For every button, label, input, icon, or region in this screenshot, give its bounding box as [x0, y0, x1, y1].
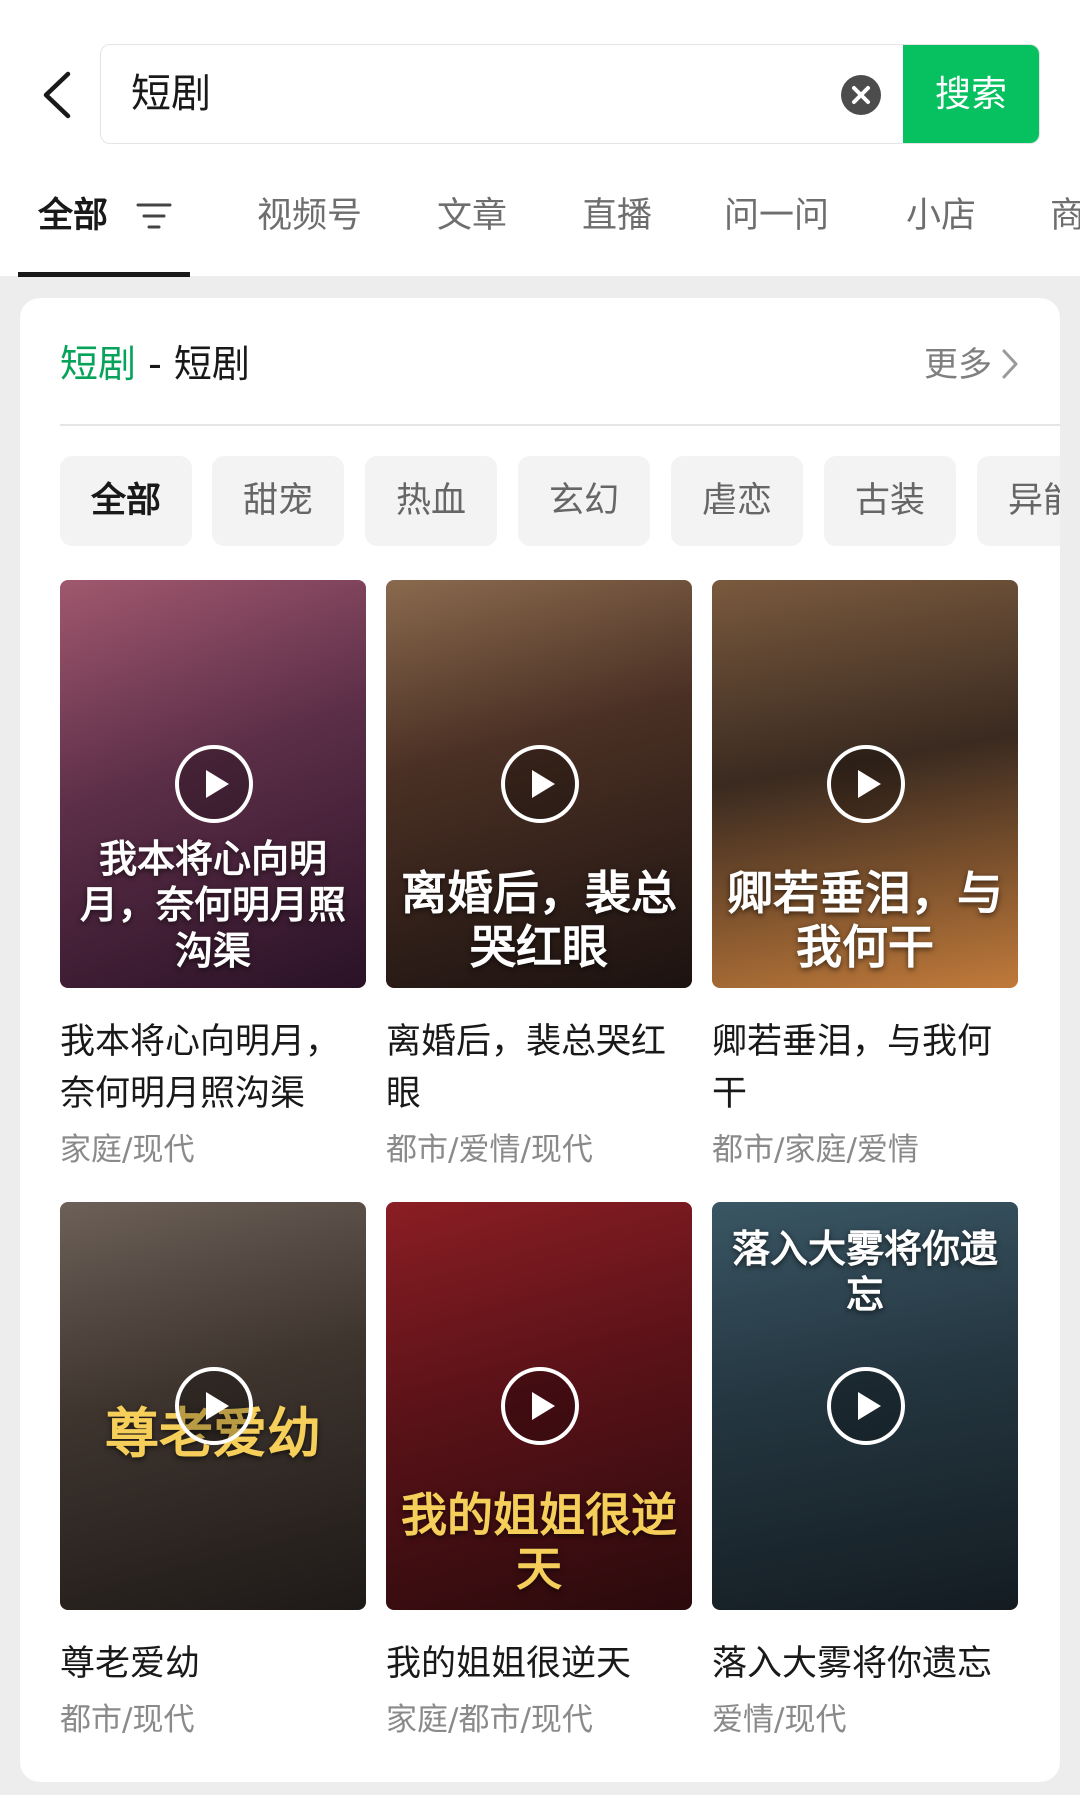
genre-chip-sweet[interactable]: 甜宠 [212, 456, 344, 546]
drama-tags: 爱情/现代 [712, 1702, 847, 1738]
play-circle-icon [175, 745, 253, 823]
drama-title: 尊老爱幼 [60, 1644, 201, 1684]
drama-tags: 家庭/现代 [60, 1132, 195, 1168]
tab-articles[interactable]: 文章 [437, 190, 507, 242]
active-tab-indicator [18, 272, 190, 277]
tab-business[interactable]: 商 [1050, 190, 1080, 242]
play-circle-icon [501, 1367, 579, 1445]
drama-tags: 都市/现代 [60, 1702, 195, 1738]
more-link[interactable]: 更多 [924, 342, 1020, 388]
clear-circle-icon [852, 86, 870, 104]
chevron-right-icon [1002, 349, 1018, 378]
play-circle-icon [827, 1367, 905, 1445]
poster-title: 我本将心向明月，奈何明月照沟渠 [79, 836, 346, 973]
drama-tags: 都市/爱情/现代 [386, 1132, 593, 1168]
card-title: 短剧 - 短剧 [60, 334, 250, 394]
drama-poster[interactable]: 我本将心向明月，奈何明月照沟渠 [60, 580, 366, 988]
drama-poster[interactable]: 离婚后，裴总哭红眼 [386, 580, 692, 988]
drama-tags: 家庭/都市/现代 [386, 1702, 593, 1738]
divider [60, 424, 1060, 426]
tab-ask[interactable]: 问一问 [724, 190, 829, 242]
filter-icon[interactable] [136, 198, 172, 234]
genre-chip-angst[interactable]: 虐恋 [671, 456, 803, 546]
tab-all[interactable]: 全部 [38, 190, 108, 242]
play-circle-icon [175, 1367, 253, 1445]
search-button[interactable]: 搜索 [903, 45, 1039, 143]
tab-live[interactable]: 直播 [582, 190, 652, 242]
drama-title: 我的姐姐很逆天 [386, 1644, 632, 1684]
chevron-left-icon [43, 71, 71, 119]
poster-title: 卿若垂泪，与我何干 [727, 866, 1003, 974]
drama-title: 卿若垂泪，与我何干 [712, 1022, 993, 1114]
card-title-rest: - 短剧 [136, 342, 250, 386]
more-label: 更多 [924, 345, 992, 385]
genre-chip-fantasy[interactable]: 玄幻 [518, 456, 650, 546]
poster-title: 我的姐姐很逆天 [401, 1488, 677, 1596]
back-button[interactable] [38, 70, 78, 120]
drama-poster[interactable]: 落入大雾将你遗忘 [712, 1202, 1018, 1610]
drama-poster[interactable]: 卿若垂泪，与我何干 [712, 580, 1018, 988]
play-circle-icon [501, 745, 579, 823]
genre-chip-all[interactable]: 全部 [60, 456, 192, 546]
drama-title: 离婚后，裴总哭红眼 [386, 1022, 667, 1114]
clear-search-button[interactable] [841, 75, 881, 115]
genre-chip-costume[interactable]: 古装 [824, 456, 956, 546]
genre-chip-passion[interactable]: 热血 [365, 456, 497, 546]
drama-poster[interactable]: 我的姐姐很逆天 [386, 1202, 692, 1610]
card-title-highlight: 短剧 [60, 342, 137, 386]
tab-channels[interactable]: 视频号 [257, 190, 362, 242]
search-box: 短剧 搜索 [100, 44, 1040, 144]
play-circle-icon [827, 745, 905, 823]
poster-title: 离婚后，裴总哭红眼 [401, 866, 677, 974]
drama-poster[interactable]: 尊老爱幼 [60, 1202, 366, 1610]
poster-title: 落入大雾将你遗忘 [731, 1226, 998, 1317]
tab-shop[interactable]: 小店 [906, 190, 976, 242]
drama-title: 我本将心向明月，奈何明月照沟渠 [60, 1022, 341, 1114]
genre-filter-chips: 全部 甜宠 热血 玄幻 虐恋 古装 异能 [60, 456, 1060, 550]
search-input[interactable]: 短剧 [131, 45, 211, 143]
drama-result-card: 短剧 - 短剧 更多 全部 甜宠 热血 玄幻 虐恋 古装 异能 我本将心向明月，… [20, 298, 1060, 1782]
drama-tags: 都市/家庭/爱情 [712, 1132, 919, 1168]
drama-title: 落入大雾将你遗忘 [712, 1644, 993, 1684]
genre-chip-superpower[interactable]: 异能 [977, 456, 1060, 546]
